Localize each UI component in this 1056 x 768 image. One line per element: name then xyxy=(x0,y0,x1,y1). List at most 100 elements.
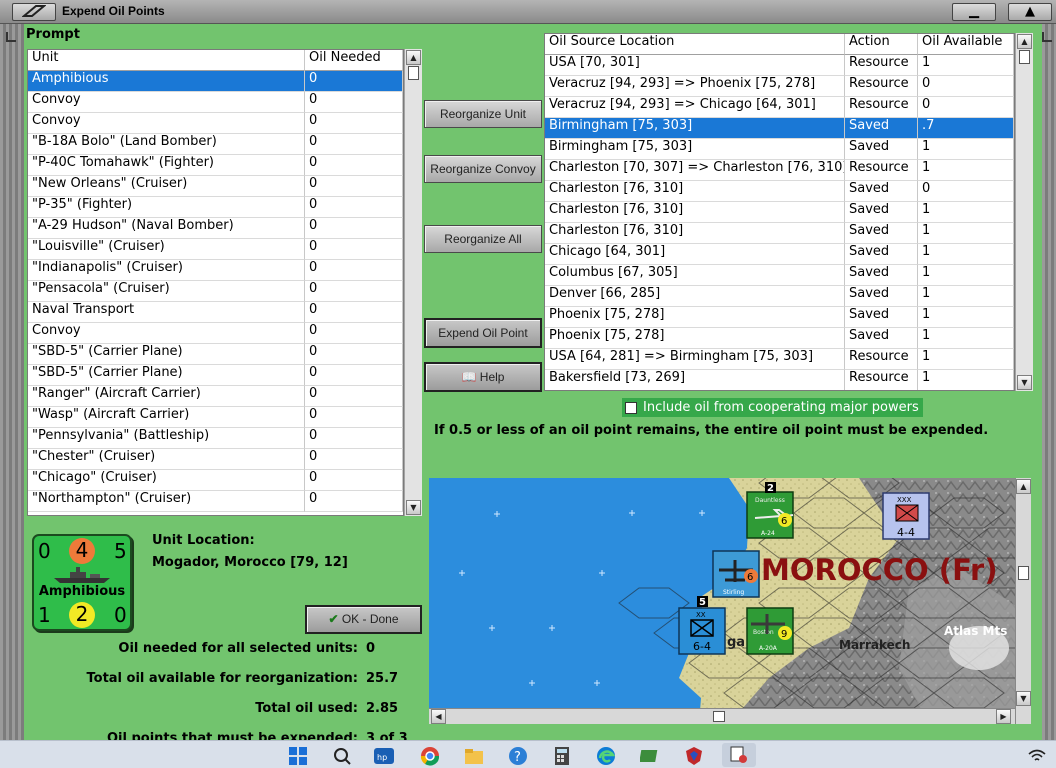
calculator-icon[interactable] xyxy=(552,746,572,766)
units-table-cell: 0 xyxy=(305,428,403,449)
reorganize-unit-button[interactable]: Reorganize Unit xyxy=(424,100,542,128)
oil-table-row[interactable]: Denver [66, 285] Saved 1 xyxy=(545,286,1014,307)
units-table-row[interactable]: "Indianapolis" (Cruiser) 0 xyxy=(28,260,403,281)
units-table-row[interactable]: "A-29 Hudson" (Naval Bomber) 0 xyxy=(28,218,403,239)
oil-table-row[interactable]: USA [70, 301] Resource 1 xyxy=(545,55,1014,76)
units-table-row[interactable]: "Chester" (Cruiser) 0 xyxy=(28,449,403,470)
column-header-unit[interactable]: Unit xyxy=(28,50,305,71)
units-table-cell: "SBD-5" (Carrier Plane) xyxy=(28,344,305,365)
units-table-row[interactable]: "P-40C Tomahawk" (Fighter) 0 xyxy=(28,155,403,176)
shield-app-icon[interactable] xyxy=(684,746,704,766)
units-table-row[interactable]: "P-35" (Fighter) 0 xyxy=(28,197,403,218)
column-header-action[interactable]: Action xyxy=(845,34,918,55)
scroll-up-icon[interactable]: ▲ xyxy=(1016,479,1031,494)
map-city-atlas-mts[interactable]: Atlas Mts xyxy=(944,624,1007,638)
units-table-row[interactable]: "Pennsylvania" (Battleship) 0 xyxy=(28,428,403,449)
oil-table-row[interactable]: Birmingham [75, 303] Saved 1 xyxy=(545,139,1014,160)
wifi-icon[interactable] xyxy=(1028,749,1046,763)
oil-table-row[interactable]: Birmingham [75, 303] Saved .7 xyxy=(545,118,1014,139)
oil-table-row[interactable]: Phoenix [75, 278] Saved 1 xyxy=(545,328,1014,349)
active-app-tab[interactable] xyxy=(722,743,756,767)
units-table-scrollbar[interactable]: ▲ ▼ xyxy=(404,49,422,516)
scroll-thumb[interactable] xyxy=(1018,566,1029,580)
units-table-row[interactable]: "Louisville" (Cruiser) 0 xyxy=(28,239,403,260)
units-table-row[interactable]: Amphibious 0 xyxy=(28,71,403,92)
hp-icon[interactable]: hp xyxy=(374,746,394,766)
oil-table-scrollbar[interactable]: ▲ ▼ xyxy=(1015,33,1033,391)
include-coop-oil-option[interactable]: Include oil from cooperating major power… xyxy=(622,398,923,417)
map-vertical-scrollbar[interactable]: ▲ ▼ xyxy=(1015,478,1031,724)
map-unit-boston[interactable]: Boston 9 A-20A xyxy=(746,607,794,655)
units-table-row[interactable]: Naval Transport 0 xyxy=(28,302,403,323)
oil-table-row[interactable]: Columbus [67, 305] Saved 1 xyxy=(545,265,1014,286)
scroll-down-icon[interactable]: ▼ xyxy=(1016,691,1031,706)
oil-table-row[interactable]: Charleston [76, 310] Saved 1 xyxy=(545,223,1014,244)
oil-source-table[interactable]: Oil Source Location Action Oil Available… xyxy=(544,33,1015,391)
units-table-row[interactable]: "Wasp" (Aircraft Carrier) 0 xyxy=(28,407,403,428)
units-table-row[interactable]: "New Orleans" (Cruiser) 0 xyxy=(28,176,403,197)
oil-table-row[interactable]: Bakersfield [73, 269] Resource 1 xyxy=(545,370,1014,390)
oil-table-row[interactable]: Charleston [76, 310] Saved 1 xyxy=(545,202,1014,223)
file-explorer-icon[interactable] xyxy=(464,746,484,766)
oil-table-cell: Saved xyxy=(845,202,918,223)
scroll-left-icon[interactable]: ◀ xyxy=(431,709,446,724)
column-header-oil-source[interactable]: Oil Source Location xyxy=(545,34,845,55)
edge-icon[interactable] xyxy=(596,746,616,766)
units-table-row[interactable]: Convoy 0 xyxy=(28,323,403,344)
oil-table-row[interactable]: Charleston [70, 307] => Charleston [76, … xyxy=(545,160,1014,181)
map-unit-stirling[interactable]: 6 Stirling xyxy=(712,550,760,598)
units-table-row[interactable]: "SBD-5" (Carrier Plane) 0 xyxy=(28,344,403,365)
oil-table-row[interactable]: Chicago [64, 301] Saved 1 xyxy=(545,244,1014,265)
units-table-row[interactable]: "Northampton" (Cruiser) 0 xyxy=(28,491,403,512)
units-table-row[interactable]: Convoy 0 xyxy=(28,113,403,134)
windows-start-icon[interactable] xyxy=(288,746,308,766)
search-icon[interactable] xyxy=(332,746,352,766)
expend-oil-point-button[interactable]: Expend Oil Point xyxy=(424,318,542,348)
scroll-up-icon[interactable]: ▲ xyxy=(1017,34,1032,49)
units-table-cell: "SBD-5" (Carrier Plane) xyxy=(28,365,305,386)
units-table-row[interactable]: "SBD-5" (Carrier Plane) 0 xyxy=(28,365,403,386)
column-header-oil-needed[interactable]: Oil Needed xyxy=(305,50,403,71)
units-table-row[interactable]: "B-18A Bolo" (Land Bomber) 0 xyxy=(28,134,403,155)
help-icon[interactable]: ? xyxy=(508,746,528,766)
scroll-thumb[interactable] xyxy=(713,711,725,722)
help-button[interactable]: 📖 Help xyxy=(424,362,542,392)
game-app-icon[interactable] xyxy=(640,746,660,766)
units-table-cell: 0 xyxy=(305,407,403,428)
units-table-row[interactable]: "Ranger" (Aircraft Carrier) 0 xyxy=(28,386,403,407)
map-horizontal-scrollbar[interactable]: ◀ ▶ xyxy=(429,708,1015,724)
scroll-thumb[interactable] xyxy=(408,66,419,80)
active-app-icon xyxy=(730,746,747,763)
minimize-button[interactable]: ▁ xyxy=(952,3,996,21)
oil-table-cell: 1 xyxy=(918,160,1014,181)
map-canvas[interactable]: MOROCCO (Fr) Marrakech Atlas Mts ga 2 Da… xyxy=(429,478,1031,724)
reorganize-convoy-button[interactable]: Reorganize Convoy xyxy=(424,155,542,183)
window-menu-button[interactable] xyxy=(12,3,56,21)
oil-table-row[interactable]: Charleston [76, 310] Saved 0 xyxy=(545,181,1014,202)
oil-table-row[interactable]: Veracruz [94, 293] => Phoenix [75, 278] R… xyxy=(545,76,1014,97)
units-table-row[interactable]: "Pensacola" (Cruiser) 0 xyxy=(28,281,403,302)
units-table-row[interactable]: "Chicago" (Cruiser) 0 xyxy=(28,470,403,491)
column-header-oil-available[interactable]: Oil Available xyxy=(918,34,1014,55)
scroll-thumb[interactable] xyxy=(1019,50,1030,64)
include-coop-checkbox[interactable] xyxy=(625,401,637,414)
oil-table-cell: 1 xyxy=(918,265,1014,286)
reorganize-all-button[interactable]: Reorganize All xyxy=(424,225,542,253)
oil-table-cell: 1 xyxy=(918,202,1014,223)
maximize-button[interactable]: ▲ xyxy=(1008,3,1052,21)
scroll-up-icon[interactable]: ▲ xyxy=(406,50,421,65)
units-table-row[interactable]: Convoy 0 xyxy=(28,92,403,113)
units-table[interactable]: Unit Oil Needed Amphibious 0 Convoy 0 Convoy… xyxy=(27,49,404,516)
oil-table-cell: Saved xyxy=(845,181,918,202)
scroll-down-icon[interactable]: ▼ xyxy=(406,500,421,515)
oil-table-row[interactable]: USA [64, 281] => Birmingham [75, 303] Res… xyxy=(545,349,1014,370)
oil-table-row[interactable]: Phoenix [75, 278] Saved 1 xyxy=(545,307,1014,328)
map-unit-alpine[interactable]: XXX 4-4 xyxy=(882,492,930,540)
chrome-icon[interactable] xyxy=(420,746,440,766)
scroll-right-icon[interactable]: ▶ xyxy=(996,709,1011,724)
map-city-marrakech[interactable]: Marrakech xyxy=(839,638,910,652)
scroll-down-icon[interactable]: ▼ xyxy=(1017,375,1032,390)
oil-table-row[interactable]: Veracruz [94, 293] => Chicago [64, 301] R… xyxy=(545,97,1014,118)
ok-done-button[interactable]: ✔ OK - Done xyxy=(305,605,422,634)
map-view[interactable]: MOROCCO (Fr) Marrakech Atlas Mts ga 2 Da… xyxy=(429,478,1031,724)
